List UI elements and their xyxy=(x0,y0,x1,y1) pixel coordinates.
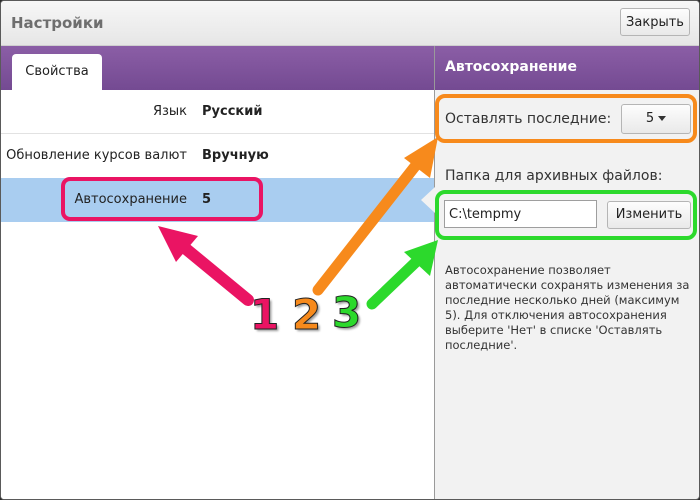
arrow-pink xyxy=(158,226,254,306)
annotation-number-2: 2 xyxy=(291,290,322,340)
annotation-number-3: 3 xyxy=(331,288,362,338)
annotation-arrows xyxy=(158,137,438,310)
arrow-orange xyxy=(312,137,438,296)
arrow-green xyxy=(366,240,438,310)
annotation-number-1: 1 xyxy=(249,290,280,340)
